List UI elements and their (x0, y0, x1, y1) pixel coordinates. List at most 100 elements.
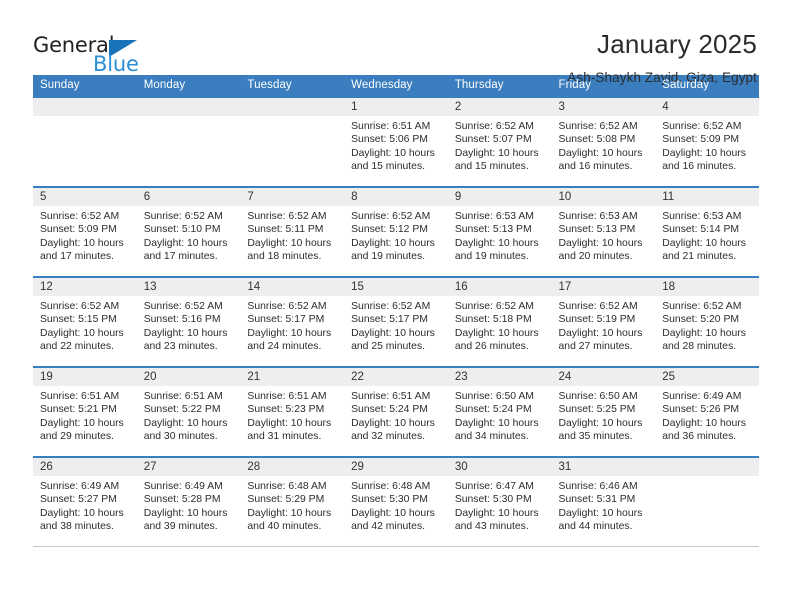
daylight-duration-line2: and 25 minutes. (351, 340, 426, 352)
calendar-page: General Blue January 2025 Ash-Shaykh Zay… (0, 0, 792, 612)
sunset-time: Sunset: 5:23 PM (247, 404, 325, 416)
sunrise-time: Sunrise: 6:52 AM (558, 121, 638, 132)
sunset-time: Sunset: 5:27 PM (40, 494, 117, 506)
day-cell-inner: 16 Sunrise: 6:52 AM Sunset: 5:18 PM Dayligh… (447, 278, 552, 366)
sunrise-time: Sunrise: 6:52 AM (351, 211, 431, 222)
calendar-day-cell[interactable]: 14 Sunrise: 6:52 AM Sunset: 5:17 PM Dayligh… (240, 276, 345, 368)
sunrise-time: Sunrise: 6:52 AM (351, 301, 431, 312)
calendar-day-cell[interactable]: 8 Sunrise: 6:52 AM Sunset: 5:12 PM Daylight… (344, 186, 448, 278)
calendar-day-cell[interactable]: 21 Sunrise: 6:51 AM Sunset: 5:23 PM Dayligh… (240, 366, 345, 458)
daylight-duration-line1: Daylight: 10 hours (40, 327, 124, 339)
sunrise-time: Sunrise: 6:47 AM (454, 481, 534, 492)
sunrise-time: Sunrise: 6:51 AM (247, 391, 327, 402)
daylight-duration-line2: and 43 minutes. (454, 520, 529, 532)
calendar-day-cell[interactable]: 24 Sunrise: 6:50 AM Sunset: 5:25 PM Dayligh… (551, 366, 656, 458)
page-header: General Blue January 2025 Ash-Shaykh Zay… (33, 0, 759, 85)
day-number: 6 (136, 188, 241, 206)
calendar-day-cell[interactable]: 1 Sunrise: 6:51 AM Sunset: 5:06 PM Daylight… (344, 96, 448, 188)
sunrise-time: Sunrise: 6:51 AM (40, 391, 120, 402)
day-number (136, 98, 241, 116)
calendar-day-cell[interactable]: 23 Sunrise: 6:50 AM Sunset: 5:24 PM Dayligh… (447, 366, 552, 458)
calendar-day-cell[interactable]: 18 Sunrise: 6:52 AM Sunset: 5:20 PM Dayligh… (655, 276, 759, 368)
calendar-day-cell[interactable]: 29 Sunrise: 6:48 AM Sunset: 5:30 PM Dayligh… (344, 456, 448, 547)
sunrise-time: Sunrise: 6:52 AM (662, 121, 742, 132)
calendar-day-cell[interactable]: 3 Sunrise: 6:52 AM Sunset: 5:08 PM Daylight… (551, 96, 656, 188)
calendar-day-cell[interactable]: 25 Sunrise: 6:49 AM Sunset: 5:26 PM Dayligh… (655, 366, 759, 458)
title-block: January 2025 Ash-Shaykh Zayid, Giza, Egy… (567, 30, 759, 85)
day-number: 13 (136, 278, 241, 296)
daylight-duration-line2: and 18 minutes. (247, 250, 322, 262)
daylight-duration-line2: and 20 minutes. (558, 250, 633, 262)
calendar-day-cell (655, 456, 759, 547)
day-cell-inner: 15 Sunrise: 6:52 AM Sunset: 5:17 PM Dayligh… (344, 278, 448, 366)
day-number: 23 (447, 368, 552, 386)
day-cell-inner: 4 Sunrise: 6:52 AM Sunset: 5:09 PM Daylight… (655, 98, 759, 186)
calendar-day-cell[interactable]: 11 Sunrise: 6:53 AM Sunset: 5:14 PM Dayligh… (655, 186, 759, 278)
calendar-day-cell[interactable]: 10 Sunrise: 6:53 AM Sunset: 5:13 PM Dayligh… (551, 186, 656, 278)
calendar-day-cell[interactable]: 27 Sunrise: 6:49 AM Sunset: 5:28 PM Dayligh… (136, 456, 241, 547)
calendar-day-cell[interactable]: 5 Sunrise: 6:52 AM Sunset: 5:09 PM Daylight… (33, 186, 137, 278)
calendar-day-cell[interactable]: 4 Sunrise: 6:52 AM Sunset: 5:09 PM Daylight… (655, 96, 759, 188)
day-sun-info: Sunrise: 6:48 AM Sunset: 5:29 PM Daylight:… (240, 476, 344, 533)
sunset-time: Sunset: 5:30 PM (351, 494, 428, 506)
day-cell-inner: 30 Sunrise: 6:47 AM Sunset: 5:30 PM Dayligh… (447, 458, 552, 546)
daylight-duration-line1: Daylight: 10 hours (662, 417, 746, 429)
daylight-duration-line1: Daylight: 10 hours (454, 327, 539, 339)
calendar-day-cell[interactable]: 17 Sunrise: 6:52 AM Sunset: 5:19 PM Dayligh… (551, 276, 656, 368)
calendar-day-cell[interactable]: 7 Sunrise: 6:52 AM Sunset: 5:11 PM Daylight… (240, 186, 345, 278)
day-cell-inner: 25 Sunrise: 6:49 AM Sunset: 5:26 PM Dayligh… (655, 368, 759, 456)
general-blue-logo[interactable]: General Blue (33, 30, 163, 80)
daylight-duration-line1: Daylight: 10 hours (558, 147, 643, 159)
day-number (655, 458, 759, 476)
day-number: 14 (240, 278, 345, 296)
calendar-day-cell[interactable]: 26 Sunrise: 6:49 AM Sunset: 5:27 PM Dayligh… (33, 456, 137, 547)
sunset-time: Sunset: 5:16 PM (143, 314, 221, 326)
calendar-day-cell[interactable]: 13 Sunrise: 6:52 AM Sunset: 5:16 PM Dayligh… (136, 276, 241, 368)
day-number (33, 98, 137, 116)
calendar-day-cell[interactable]: 2 Sunrise: 6:52 AM Sunset: 5:07 PM Daylight… (447, 96, 552, 188)
calendar-day-cell[interactable]: 19 Sunrise: 6:51 AM Sunset: 5:21 PM Dayligh… (33, 366, 137, 458)
calendar-day-cell[interactable]: 30 Sunrise: 6:47 AM Sunset: 5:30 PM Dayligh… (447, 456, 552, 547)
day-sun-info: Sunrise: 6:52 AM Sunset: 5:16 PM Daylight:… (137, 296, 241, 353)
daylight-duration-line1: Daylight: 10 hours (247, 237, 332, 249)
daylight-duration-line2: and 17 minutes. (40, 250, 114, 262)
day-cell-inner: 23 Sunrise: 6:50 AM Sunset: 5:24 PM Dayligh… (447, 368, 552, 456)
sunset-time: Sunset: 5:21 PM (40, 404, 117, 416)
sunset-time: Sunset: 5:20 PM (662, 314, 740, 326)
sunrise-time: Sunrise: 6:52 AM (40, 301, 120, 312)
page-title: January 2025 (597, 29, 757, 59)
calendar-day-cell[interactable]: 22 Sunrise: 6:51 AM Sunset: 5:24 PM Dayligh… (344, 366, 448, 458)
sunrise-time: Sunrise: 6:49 AM (143, 481, 223, 492)
sunset-time: Sunset: 5:25 PM (558, 404, 636, 416)
sunrise-time: Sunrise: 6:49 AM (40, 481, 120, 492)
calendar-day-cell[interactable]: 16 Sunrise: 6:52 AM Sunset: 5:18 PM Dayligh… (447, 276, 552, 368)
calendar-day-cell[interactable]: 12 Sunrise: 6:52 AM Sunset: 5:15 PM Dayligh… (33, 276, 137, 368)
calendar-day-cell[interactable]: 20 Sunrise: 6:51 AM Sunset: 5:22 PM Dayligh… (136, 366, 241, 458)
calendar-day-cell[interactable]: 15 Sunrise: 6:52 AM Sunset: 5:17 PM Dayligh… (344, 276, 448, 368)
weekday-header-tuesday: Tuesday (240, 75, 345, 97)
day-number: 31 (551, 458, 656, 476)
day-cell-inner: 31 Sunrise: 6:46 AM Sunset: 5:31 PM Dayligh… (551, 458, 656, 546)
day-sun-info: Sunrise: 6:49 AM Sunset: 5:27 PM Daylight:… (33, 476, 137, 533)
calendar-body: 1 Sunrise: 6:51 AM Sunset: 5:06 PM Daylight… (33, 96, 759, 547)
calendar-day-cell[interactable]: 6 Sunrise: 6:52 AM Sunset: 5:10 PM Daylight… (136, 186, 241, 278)
day-number: 10 (551, 188, 656, 206)
day-sun-info: Sunrise: 6:49 AM Sunset: 5:26 PM Daylight:… (655, 386, 759, 443)
day-sun-info: Sunrise: 6:52 AM Sunset: 5:20 PM Daylight:… (655, 296, 759, 353)
daylight-duration-line2: and 29 minutes. (40, 430, 114, 442)
day-number: 8 (344, 188, 448, 206)
calendar-day-cell[interactable]: 31 Sunrise: 6:46 AM Sunset: 5:31 PM Dayligh… (551, 456, 656, 547)
calendar-day-cell[interactable]: 28 Sunrise: 6:48 AM Sunset: 5:29 PM Dayligh… (240, 456, 345, 547)
sunrise-time: Sunrise: 6:52 AM (247, 301, 327, 312)
daylight-duration-line1: Daylight: 10 hours (351, 237, 435, 249)
sunrise-time: Sunrise: 6:52 AM (40, 211, 120, 222)
day-cell-inner: 29 Sunrise: 6:48 AM Sunset: 5:30 PM Dayligh… (344, 458, 448, 546)
logo-text-blue: Blue (93, 52, 139, 76)
daylight-duration-line1: Daylight: 10 hours (454, 237, 539, 249)
day-number: 29 (344, 458, 448, 476)
sunset-time: Sunset: 5:12 PM (351, 224, 428, 236)
daylight-duration-line1: Daylight: 10 hours (351, 417, 435, 429)
daylight-duration-line1: Daylight: 10 hours (247, 327, 332, 339)
calendar-day-cell[interactable]: 9 Sunrise: 6:53 AM Sunset: 5:13 PM Daylight… (447, 186, 552, 278)
daylight-duration-line1: Daylight: 10 hours (143, 507, 228, 519)
